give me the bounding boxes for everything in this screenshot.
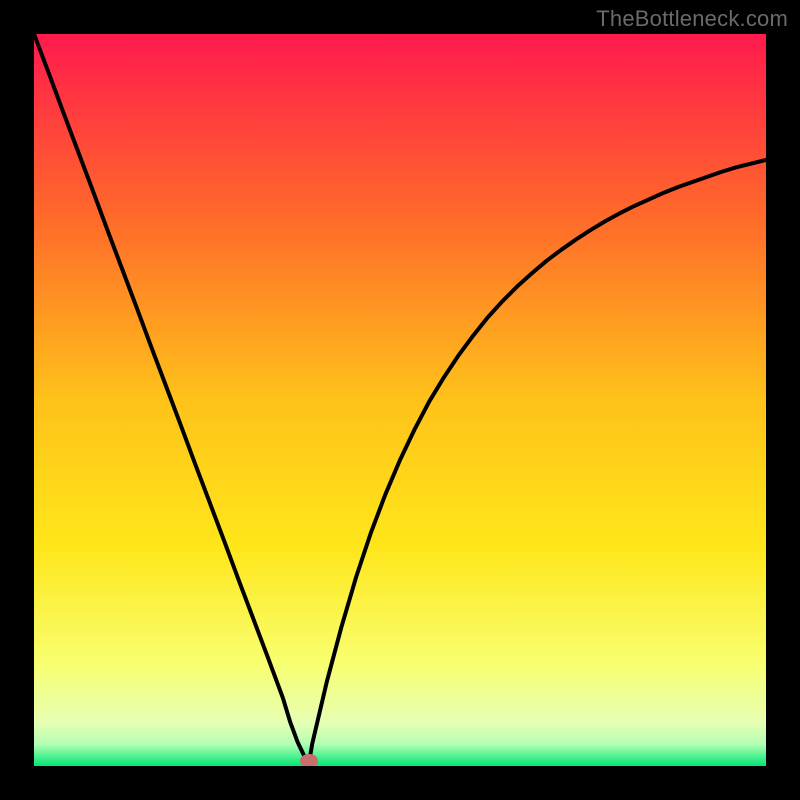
bottleneck-curve bbox=[34, 34, 766, 766]
plot-area bbox=[34, 34, 766, 766]
watermark-text: TheBottleneck.com bbox=[596, 6, 788, 32]
chart-frame: TheBottleneck.com bbox=[0, 0, 800, 800]
optimal-point-marker bbox=[300, 754, 318, 766]
